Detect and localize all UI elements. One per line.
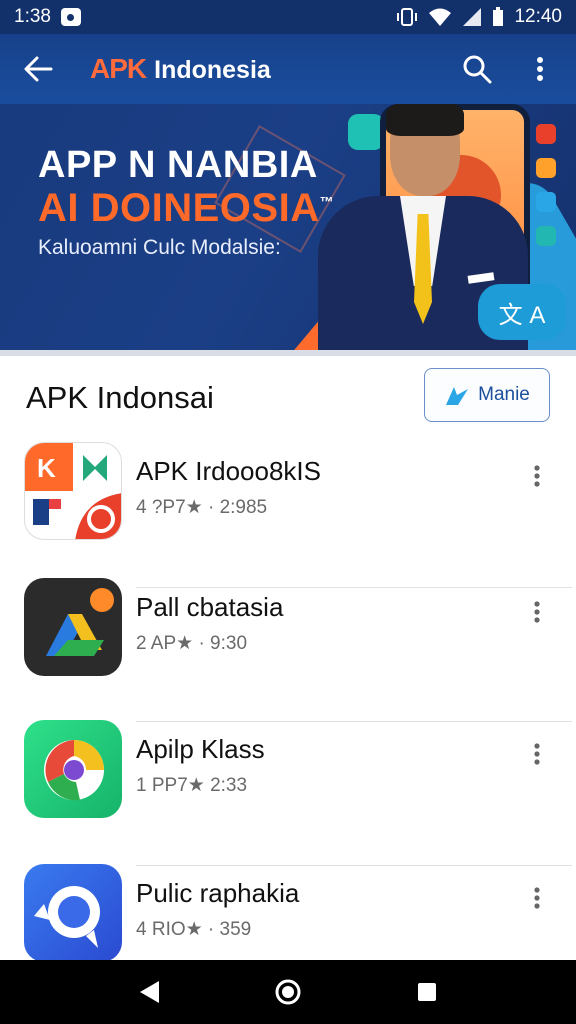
app-list-item[interactable]: Pall cbatasia 2 AP★ · 9:30 [0,578,576,722]
app-meta: 2 AP★ · 9:30 [136,633,248,654]
app-list-item[interactable]: Apilp Klass 1 PP7★ 2:33 [0,720,576,866]
translate-badge: 文 A [478,284,566,340]
search-button[interactable] [456,48,498,90]
app-overflow-button[interactable] [522,592,552,632]
more-vert-icon [534,601,540,623]
battery-icon [493,7,504,26]
app-meta: 1 PP7★ 2:33 [136,775,248,796]
app-icon-browser [24,720,122,818]
app-meta: 4 ?P7★ · 2:985 [136,497,268,518]
app-name: Pall cbatasia [136,592,284,622]
more-vert-icon [534,743,540,765]
app-icon-apk: K [24,442,122,540]
manage-label: Manie [478,384,530,405]
app-list-section: APK Indonsai Manie K APK Irdooo8kIS 4 ?P… [0,350,576,962]
app-overflow-button[interactable] [522,456,552,496]
app-name: Apilp Klass [136,734,265,764]
app-title: Indonesia [154,56,271,84]
square-recents-icon [417,983,436,1001]
banner-side-icons [536,124,556,246]
app-bar: APK Indonesia [0,34,576,104]
search-icon [463,55,492,84]
back-button[interactable] [10,41,66,97]
banner-subline: Kaluoamni Culc Modalsie: [38,236,281,259]
more-vert-icon [534,887,540,909]
promo-banner[interactable]: 文 A APP N NANBIA AI DOINEOSIA™ Kaluoamni… [0,104,576,350]
nav-home-button[interactable] [258,962,318,1022]
manage-icon [446,387,469,405]
manage-button[interactable]: Manie [424,368,550,422]
circle-home-icon [275,979,301,1005]
app-icon-chat [24,864,122,962]
wifi-icon [429,8,452,26]
triangle-back-icon [140,981,160,1003]
section-title: APK Indonsai [26,380,214,415]
app-overflow-button[interactable] [522,734,552,774]
app-overflow-button[interactable] [522,878,552,918]
app-meta: 4 RIO★ · 359 [136,919,252,940]
app-name: Pulic raphakia [136,878,300,908]
notification-icon [60,8,81,26]
more-vert-icon [534,465,540,487]
status-bar: 1:38 12:40 [0,0,576,34]
svg-text:K: K [37,453,56,483]
banner-headline-accent: AI DOINEOSIA™ [38,186,335,230]
status-time-right: 12:40 [514,6,562,27]
nav-recents-button[interactable] [397,962,457,1022]
nav-back-button[interactable] [119,962,179,1022]
brand-logo: APK [90,53,147,84]
arrow-left-icon [24,56,53,82]
overflow-menu-button[interactable] [524,48,556,90]
app-name: APK Irdooo8kIS [136,456,321,486]
banner-headline: APP N NANBIA [38,144,318,186]
vibrate-icon [397,8,418,26]
status-time-left: 1:38 [14,6,51,27]
more-vert-icon [537,57,543,81]
app-icon-drive [24,578,122,676]
app-list-item[interactable]: K APK Irdooo8kIS 4 ?P7★ · 2:985 [0,442,576,588]
system-nav-bar [0,960,576,1024]
signal-icon [463,8,482,26]
app-brand: APK Indonesia [90,53,271,85]
translate-icon: 文 A [498,301,546,329]
